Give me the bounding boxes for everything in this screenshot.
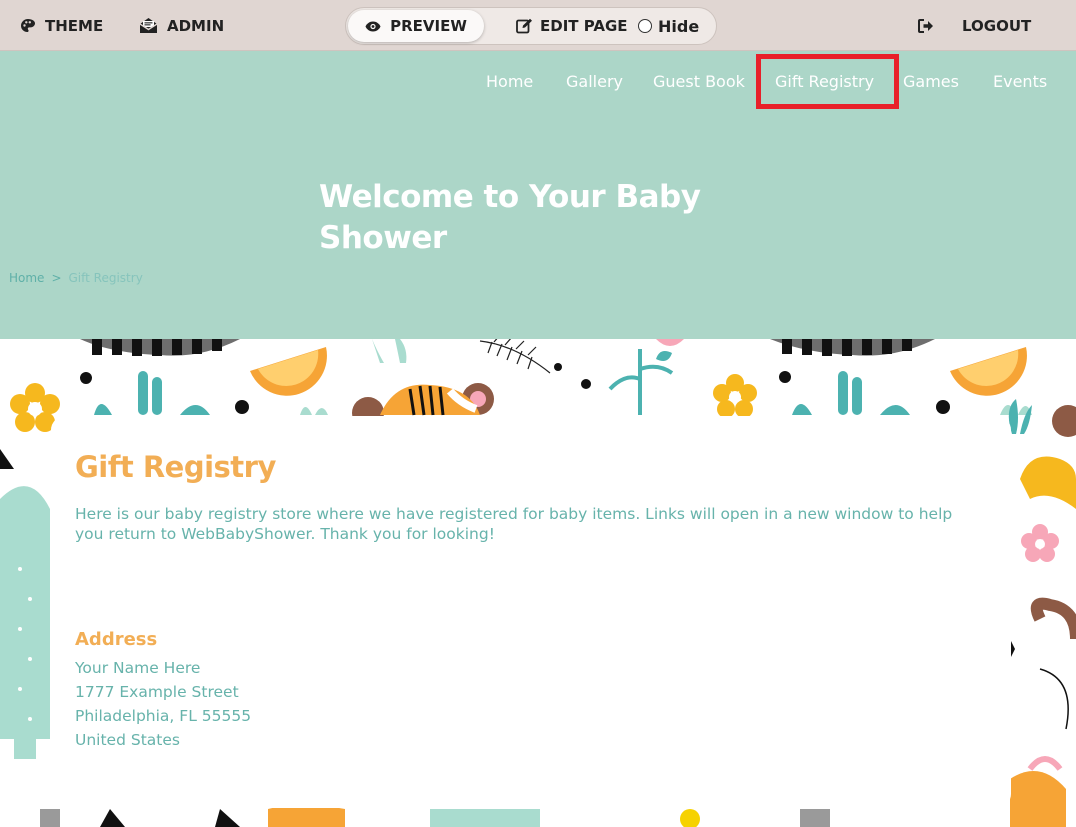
edit-icon bbox=[516, 18, 532, 34]
breadcrumb-separator: > bbox=[51, 271, 62, 285]
address-city: Philadelphia, FL 55555 bbox=[75, 707, 252, 725]
edit-page-button[interactable]: EDIT PAGE bbox=[516, 8, 628, 44]
logout-label: LOGOUT bbox=[962, 16, 1032, 35]
theme-label: THEME bbox=[45, 16, 104, 35]
edit-page-label: EDIT PAGE bbox=[540, 17, 628, 35]
address-name: Your Name Here bbox=[75, 659, 201, 677]
preview-label: PREVIEW bbox=[390, 17, 467, 35]
breadcrumb-home-link[interactable]: Home bbox=[9, 271, 44, 285]
address-country: United States bbox=[75, 731, 180, 749]
palette-icon bbox=[21, 18, 35, 32]
hide-toggle[interactable]: Hide bbox=[638, 8, 699, 44]
admin-button[interactable]: ADMIN bbox=[139, 0, 224, 51]
address-heading: Address bbox=[75, 629, 158, 650]
nav-item-gift-registry[interactable]: Gift Registry bbox=[775, 72, 874, 91]
section-heading: Gift Registry bbox=[75, 450, 276, 484]
theme-button[interactable]: THEME bbox=[20, 0, 103, 51]
admin-label: ADMIN bbox=[167, 16, 225, 35]
nav-item-events[interactable]: Events bbox=[993, 72, 1047, 91]
registry-intro-text: Here is our baby registry store where we… bbox=[75, 505, 953, 543]
sign-out-icon bbox=[918, 18, 933, 33]
nav-item-gallery[interactable]: Gallery bbox=[566, 72, 623, 91]
eye-icon bbox=[365, 21, 381, 31]
admin-toolbar: THEME ADMIN PREVIEW EDIT PAGE Hide LOGOU… bbox=[0, 0, 1076, 51]
logout-button[interactable]: LOGOUT bbox=[918, 0, 1031, 51]
address-street: 1777 Example Street bbox=[75, 683, 239, 701]
hero-banner: Home Gallery Guest Book Gift Registry Ga… bbox=[0, 51, 1076, 339]
hide-label: Hide bbox=[658, 16, 700, 36]
gift-registry-card: Gift Registry Here is our baby registry … bbox=[51, 416, 1011, 808]
envelope-open-icon bbox=[139, 18, 158, 33]
nav-item-guest-book[interactable]: Guest Book bbox=[653, 72, 745, 91]
breadcrumb-current: Gift Registry bbox=[68, 271, 143, 285]
nav-item-home[interactable]: Home bbox=[486, 72, 533, 91]
address-block: Your Name Here 1777 Example Street Phila… bbox=[75, 656, 251, 752]
radio-icon bbox=[638, 19, 652, 33]
view-mode-switcher: PREVIEW EDIT PAGE Hide bbox=[345, 7, 717, 45]
nav-item-games[interactable]: Games bbox=[903, 72, 959, 91]
page-title: Welcome to Your Baby Shower bbox=[319, 179, 701, 256]
breadcrumb: Home > Gift Registry bbox=[9, 271, 143, 285]
preview-button[interactable]: PREVIEW bbox=[348, 10, 484, 42]
